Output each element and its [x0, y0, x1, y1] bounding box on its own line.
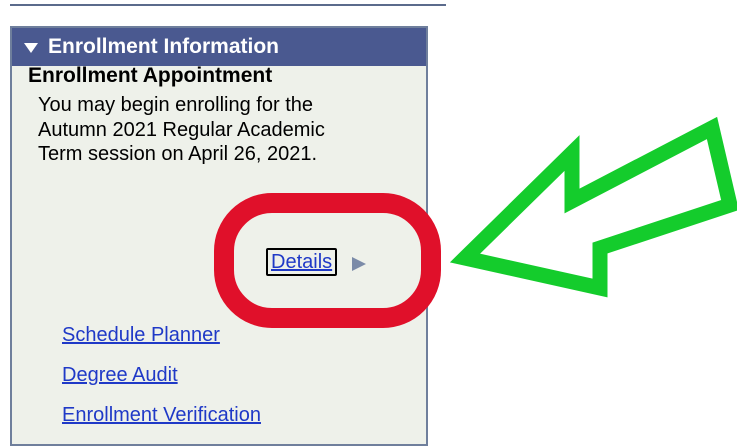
section-title: Enrollment Appointment [28, 64, 273, 87]
triangle-down-icon[interactable] [24, 43, 38, 53]
details-link[interactable]: Details [266, 248, 338, 276]
enrollment-message: You may begin enrolling for the Autumn 2… [38, 94, 325, 165]
panel-header-title: Enrollment Information [48, 35, 279, 58]
enrollment-verification-link[interactable]: Enrollment Verification [62, 404, 261, 427]
panel-header[interactable]: Enrollment Information [12, 28, 426, 66]
triangle-right-icon[interactable] [352, 257, 366, 271]
green-arrow-shape [449, 116, 737, 298]
schedule-planner-link[interactable]: Schedule Planner [62, 324, 220, 347]
top-divider [10, 4, 446, 6]
degree-audit-link[interactable]: Degree Audit [62, 364, 178, 387]
